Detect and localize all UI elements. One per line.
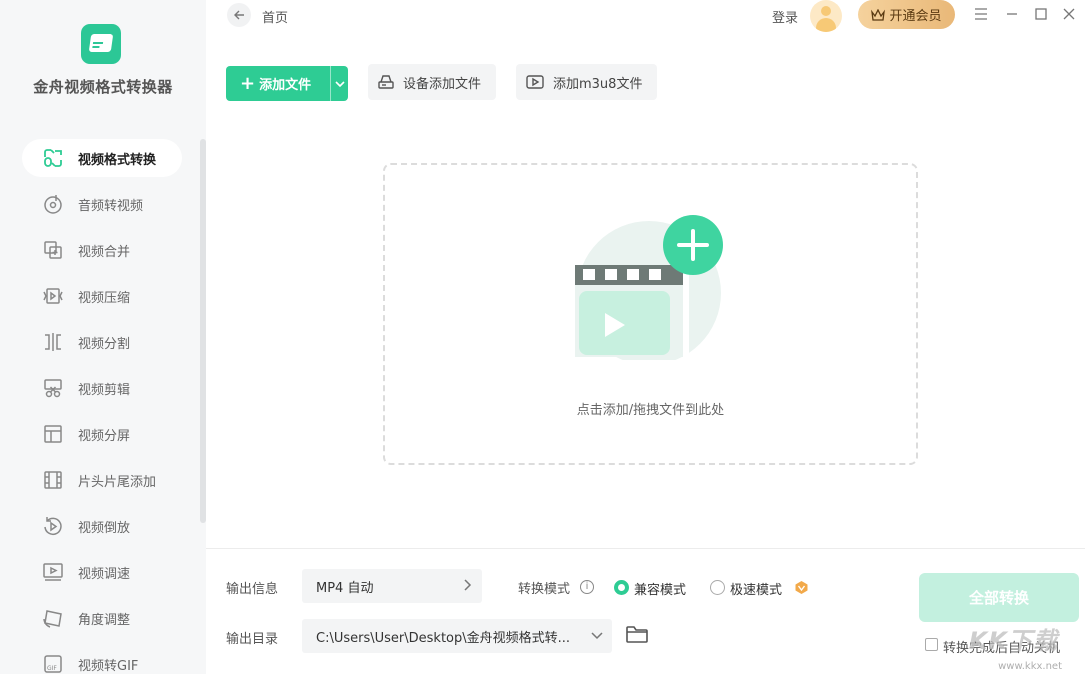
sidebar-item-video-merge[interactable]: 视频合并 <box>22 231 182 269</box>
sidebar-item-label: 音频转视频 <box>78 198 144 214</box>
divider <box>206 548 1085 549</box>
sidebar-item-label: 视频压缩 <box>78 290 131 306</box>
sidebar-item-audio-to-video[interactable]: 音频转视频 <box>22 185 182 223</box>
device-add-button[interactable]: 设备添加文件 <box>368 64 496 100</box>
watermark-url: www.kkx.net <box>998 661 1062 672</box>
video-play-icon <box>526 75 544 89</box>
folder-icon <box>626 626 648 643</box>
sidebar-scrollbar[interactable] <box>200 139 206 523</box>
angle-icon <box>42 607 64 629</box>
audio-disc-icon <box>42 193 64 215</box>
plus-icon: + <box>240 72 256 94</box>
app-title: 金舟视频格式转换器 <box>33 78 173 96</box>
device-add-label: 设备添加文件 <box>403 76 482 92</box>
sidebar-item-label: 视频转GIF <box>78 658 139 674</box>
info-icon[interactable]: i <box>580 580 594 594</box>
sidebar-nav: 视频格式转换 音频转视频 视频合并 视频压缩 视频分割 视频剪辑 视频分屏 片头… <box>22 139 182 674</box>
mode-fast-label[interactable]: 极速模式 <box>730 579 782 598</box>
chevron-down-icon <box>591 632 603 640</box>
merge-icon <box>42 239 64 261</box>
output-dir-value: C:\Users\User\Desktop\金舟视频格式转... <box>316 630 571 646</box>
open-folder-button[interactable] <box>626 625 648 647</box>
login-link[interactable]: 登录 <box>772 7 798 26</box>
file-drop-zone[interactable]: 点击添加/拖拽文件到此处 <box>383 163 918 465</box>
sidebar-item-intro-outro[interactable]: 片头片尾添加 <box>22 461 182 499</box>
sidebar-item-video-split[interactable]: 视频分割 <box>22 323 182 361</box>
compress-icon <box>42 285 64 307</box>
vip-button[interactable]: 开通会员 <box>858 0 955 29</box>
sidebar: ✦ 金舟视频格式转换器 视频格式转换 音频转视频 视频合并 视频压缩 视频分割 … <box>0 0 206 674</box>
sidebar-item-label: 视频合并 <box>78 244 131 260</box>
sidebar-item-label: 视频分割 <box>78 336 131 352</box>
breadcrumb[interactable]: 首页 <box>262 7 288 26</box>
add-file-button[interactable]: + 添加文件 <box>226 66 348 101</box>
sidebar-item-label: 角度调整 <box>78 612 131 628</box>
sidebar-item-label: 视频剪辑 <box>78 382 131 398</box>
sidebar-item-label: 片头片尾添加 <box>78 474 157 490</box>
add-file-dropdown[interactable] <box>330 66 348 101</box>
sidebar-item-label: 视频倒放 <box>78 520 131 536</box>
sidebar-item-video-edit[interactable]: 视频剪辑 <box>22 369 182 407</box>
output-format-value: MP4 自动 <box>316 580 374 596</box>
sidebar-item-label: 视频分屏 <box>78 428 131 444</box>
vip-badge-icon <box>795 581 808 594</box>
sidebar-item-label: 视频格式转换 <box>78 152 157 168</box>
sidebar-item-video-speed[interactable]: 视频调速 <box>22 553 182 591</box>
minimize-icon <box>1007 13 1017 15</box>
split-icon <box>42 331 64 353</box>
film-strip-icon <box>42 469 64 491</box>
add-file-main[interactable]: + 添加文件 <box>226 66 330 101</box>
split-screen-icon <box>42 423 64 445</box>
convert-mode-label: 转换模式 <box>518 582 571 597</box>
hard-drive-icon <box>378 75 394 89</box>
mode-compatible-radio[interactable] <box>614 580 629 595</box>
convert-all-button[interactable]: 全部转换 <box>919 573 1079 622</box>
crown-icon <box>871 8 886 21</box>
vip-label: 开通会员 <box>889 9 942 24</box>
add-m3u8-label: 添加m3u8文件 <box>553 76 643 92</box>
add-file-label: 添加文件 <box>259 78 312 93</box>
shutdown-after-label[interactable]: 转换完成后自动关机 <box>943 637 1060 656</box>
speed-screen-icon <box>42 561 64 583</box>
sidebar-item-label: 视频调速 <box>78 566 131 582</box>
svg-text:GIF: GIF <box>47 665 57 672</box>
maximize-icon <box>1035 8 1047 20</box>
output-format-select[interactable]: MP4 自动 <box>302 569 482 603</box>
back-button[interactable] <box>227 3 251 27</box>
arrow-left-icon <box>234 10 244 20</box>
shutdown-after-checkbox[interactable] <box>925 638 938 651</box>
avatar[interactable] <box>810 0 842 32</box>
mode-fast-radio[interactable] <box>710 580 725 595</box>
drop-zone-hint: 点击添加/拖拽文件到此处 <box>576 403 725 418</box>
output-info-label: 输出信息 <box>226 582 279 597</box>
hamburger-icon <box>975 8 987 20</box>
scissors-icon <box>42 377 64 399</box>
reverse-play-icon <box>42 515 64 537</box>
chevron-down-icon <box>334 80 345 87</box>
sidebar-item-split-screen[interactable]: 视频分屏 <box>22 415 182 453</box>
chevron-right-icon <box>464 579 472 591</box>
sidebar-item-video-reverse[interactable]: 视频倒放 <box>22 507 182 545</box>
app-logo-icon: ✦ <box>81 24 121 64</box>
menu-button[interactable] <box>972 5 990 23</box>
close-button[interactable] <box>1060 5 1078 23</box>
minimize-button[interactable] <box>1003 5 1021 23</box>
sidebar-item-video-to-gif[interactable]: GIF 视频转GIF <box>22 645 182 674</box>
gif-icon: GIF <box>42 653 64 674</box>
output-dir-label: 输出目录 <box>226 632 279 647</box>
video-add-illustration-icon <box>575 215 723 360</box>
sidebar-item-video-convert[interactable]: 视频格式转换 <box>22 139 182 177</box>
add-m3u8-button[interactable]: 添加m3u8文件 <box>516 64 657 100</box>
close-icon <box>1063 8 1075 20</box>
sidebar-item-video-compress[interactable]: 视频压缩 <box>22 277 182 315</box>
video-convert-icon <box>42 147 64 169</box>
maximize-button[interactable] <box>1032 5 1050 23</box>
mode-compatible-label[interactable]: 兼容模式 <box>634 579 686 598</box>
sidebar-item-angle-adjust[interactable]: 角度调整 <box>22 599 182 637</box>
output-dir-select[interactable]: C:\Users\User\Desktop\金舟视频格式转... <box>302 619 612 653</box>
